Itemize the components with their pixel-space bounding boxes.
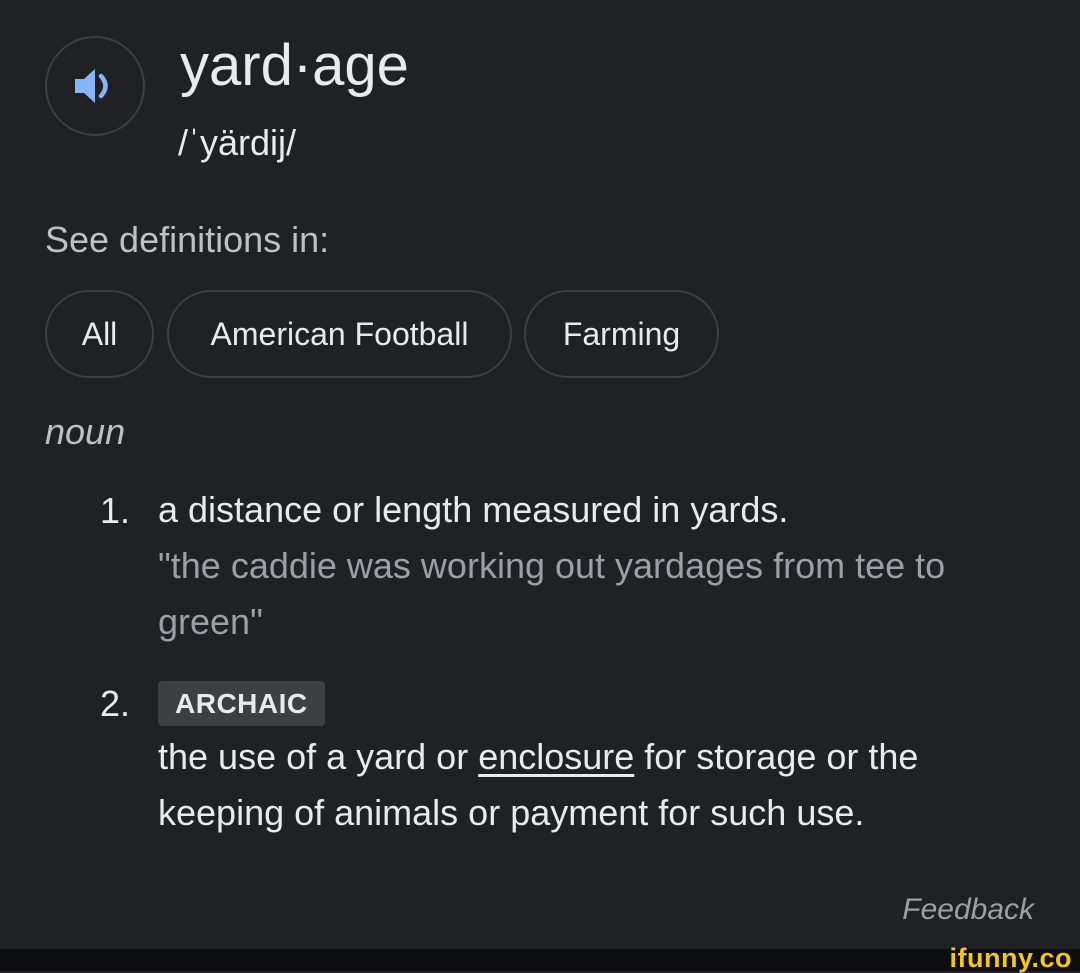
see-definitions-label: See definitions in: bbox=[45, 219, 330, 260]
speaker-icon bbox=[75, 69, 108, 103]
bottom-bar bbox=[0, 949, 1080, 971]
archaic-label-badge: ARCHAIC bbox=[158, 681, 325, 726]
definition-text: a distance or length measured in yards. bbox=[158, 489, 789, 530]
chip-american-football[interactable]: American Football bbox=[167, 290, 512, 378]
phonetic-spelling: /ˈyärdij/ bbox=[178, 122, 297, 163]
pronunciation-speaker-button[interactable] bbox=[45, 36, 145, 136]
definition-example: "the caddie was working out yardages fro… bbox=[158, 545, 946, 642]
definition-number: 1. bbox=[100, 490, 131, 531]
headword: yard·age bbox=[180, 33, 409, 98]
part-of-speech: noun bbox=[45, 411, 126, 452]
feedback-link[interactable]: Feedback bbox=[902, 890, 1034, 930]
enclosure-link[interactable]: enclosure bbox=[478, 736, 634, 777]
chip-farming[interactable]: Farming bbox=[524, 290, 719, 378]
definition-text-start: the use of a yard or bbox=[158, 736, 479, 777]
definition-text: the use of a yard or enclosure for stora… bbox=[158, 729, 1048, 841]
chip-all[interactable]: All bbox=[45, 290, 154, 378]
definition-number: 2. bbox=[100, 683, 131, 724]
ifunny-watermark: ifunny.co bbox=[949, 943, 1072, 973]
